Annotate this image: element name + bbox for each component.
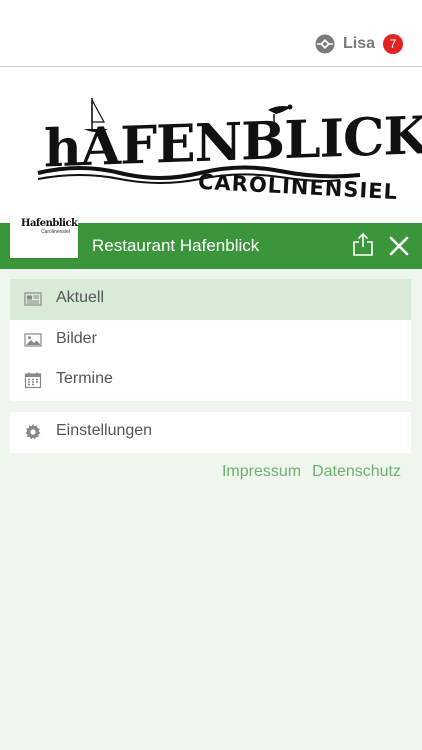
hafenblick-logo: hAFENBLICK CAROLINENSIEL xyxy=(37,98,422,204)
menu-label-aktuell: Aktuell xyxy=(56,289,105,306)
menu-item-einstellungen[interactable]: Einstellungen xyxy=(10,412,411,453)
share-icon[interactable] xyxy=(352,231,374,257)
calendar-icon xyxy=(24,372,42,389)
impressum-link[interactable]: Impressum xyxy=(222,463,301,481)
footer-links: Impressum Datenschutz xyxy=(222,463,401,481)
gear-icon xyxy=(25,424,41,440)
svg-text:CAROLINENSIEL: CAROLINENSIEL xyxy=(198,170,399,204)
menu-label-einstellungen: Einstellungen xyxy=(56,422,153,439)
ehlo-logo-icon xyxy=(315,34,335,54)
close-icon[interactable] xyxy=(388,235,410,257)
hero-logo: hAFENBLICK CAROLINENSIEL xyxy=(0,67,422,223)
datenschutz-link[interactable]: Datenschutz xyxy=(312,463,401,481)
notification-badge[interactable]: 7 xyxy=(383,34,403,54)
menu-label-termine: Termine xyxy=(56,370,113,388)
menu-item-bilder[interactable]: Bilder xyxy=(10,320,411,361)
thumbnail-subtitle: Carolinensiel xyxy=(41,229,70,235)
main-menu: Aktuell Bilder Termine xyxy=(10,279,411,402)
menu-label-bilder: Bilder xyxy=(56,329,97,347)
thumbnail-title: Hafenblick xyxy=(21,218,78,229)
newspaper-icon xyxy=(24,292,42,306)
user-name[interactable]: Lisa xyxy=(343,35,375,53)
restaurant-title: Restaurant Hafenblick xyxy=(92,236,260,255)
user-menu[interactable]: Lisa 7 xyxy=(315,33,403,55)
menu-item-termine[interactable]: Termine xyxy=(10,360,411,401)
image-icon xyxy=(24,333,42,347)
restaurant-thumbnail: Hafenblick Carolinensiel xyxy=(10,213,78,258)
settings-menu: Einstellungen xyxy=(10,412,411,453)
menu-item-aktuell[interactable]: Aktuell xyxy=(10,279,411,320)
top-bar: Lisa 7 xyxy=(0,0,422,67)
